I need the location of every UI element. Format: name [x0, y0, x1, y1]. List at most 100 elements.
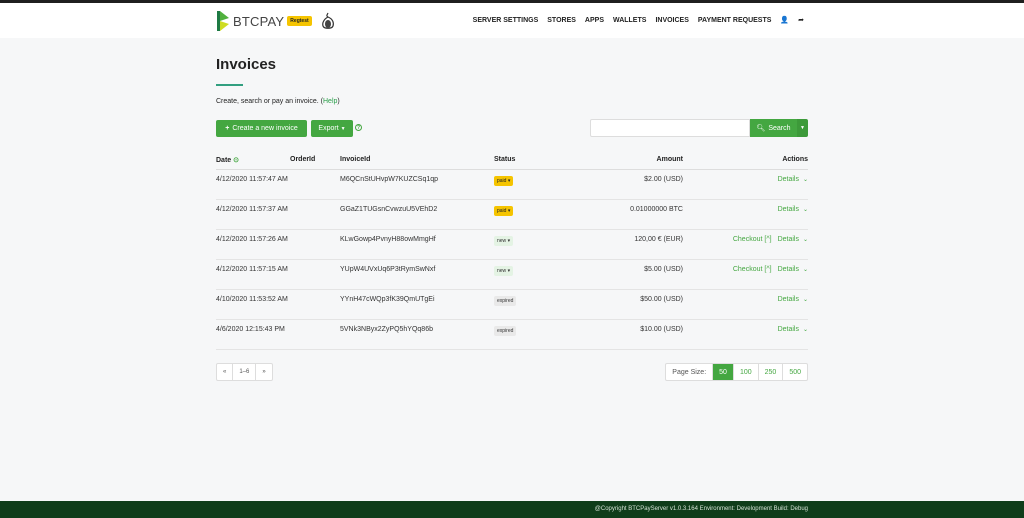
main-nav: SERVER SETTINGS STORES APPS WALLETS INVO…: [473, 16, 804, 25]
subtitle-text: Create, search or pay an invoice. (: [216, 98, 323, 105]
title-underline: [216, 84, 243, 86]
help-icon[interactable]: ?: [355, 124, 362, 131]
status-badge[interactable]: paid ▾: [494, 175, 514, 186]
regtest-badge: Regtest: [287, 16, 312, 26]
brand-name: BTCPAY: [233, 13, 285, 29]
table-header-row: Date ⊙ OrderId InvoiceId Status Amount A…: [216, 151, 808, 170]
pager-next-button[interactable]: »: [256, 364, 271, 380]
cell-orderid: [290, 229, 340, 260]
cell-invoiceid: 5VNk3NByx2ZyPQ5hYQq86b: [340, 319, 494, 350]
header-amount: Amount: [564, 151, 683, 170]
cell-date: 4/10/2020 11:53:52 AM: [216, 289, 290, 320]
export-button[interactable]: Export ▼: [311, 120, 353, 137]
cell-invoiceid: GGaZ1TUGsnCvwzuU5VEhD2: [340, 199, 494, 230]
table-row: 4/12/2020 11:57:37 AM GGaZ1TUGsnCvwzuU5V…: [216, 199, 808, 230]
nav-wallets[interactable]: WALLETS: [613, 17, 646, 24]
logout-icon[interactable]: ➦: [798, 16, 804, 24]
export-label: Export: [318, 125, 339, 132]
nav-server-settings[interactable]: SERVER SETTINGS: [473, 17, 539, 24]
details-link[interactable]: Details: [778, 236, 799, 243]
cell-amount: 120,00 € (EUR): [564, 229, 683, 260]
details-link[interactable]: Details: [778, 266, 799, 273]
page-size-500[interactable]: 500: [782, 364, 807, 380]
caret-down-icon: ▼: [800, 125, 805, 131]
cell-invoiceid: KLwGowp4PvnyH88owMmgHf: [340, 229, 494, 260]
clock-icon: ⊙: [233, 156, 240, 164]
status-badge[interactable]: new ▾: [494, 235, 514, 246]
cell-actions: Details ⌄: [683, 169, 808, 200]
cell-amount: $5.00 (USD): [564, 259, 683, 290]
cell-amount: 0.01000000 BTC: [564, 199, 683, 230]
cell-invoiceid: YYnH47cWQp3fK39QmUTgEi: [340, 289, 494, 320]
cell-orderid: [290, 169, 340, 200]
page-size-100[interactable]: 100: [732, 364, 758, 380]
cell-amount: $2.00 (USD): [564, 169, 683, 200]
tor-onion-icon: [321, 12, 334, 29]
cell-actions: Details ⌄: [683, 289, 808, 320]
details-link[interactable]: Details: [778, 176, 799, 183]
nav-stores[interactable]: STORES: [547, 17, 576, 24]
status-badge[interactable]: new ▾: [494, 265, 514, 276]
cell-date: 4/12/2020 11:57:47 AM: [216, 169, 290, 200]
pager-prev-button[interactable]: «: [217, 364, 234, 380]
cell-date: 4/12/2020 11:57:26 AM: [216, 229, 290, 260]
cell-actions: Checkout [^] Details ⌄: [683, 229, 808, 260]
subtitle-end: ): [337, 98, 340, 105]
status-badge: expired: [494, 325, 517, 336]
status-badge[interactable]: paid ▾: [494, 205, 514, 216]
page-size-selector: Page Size: 50 100 250 500: [665, 363, 808, 381]
details-link[interactable]: Details: [778, 326, 799, 333]
nav-apps[interactable]: APPS: [585, 17, 604, 24]
create-invoice-button[interactable]: + Create a new invoice: [216, 120, 307, 137]
header-orderid: OrderId: [290, 151, 340, 170]
chevron-down-icon[interactable]: ⌄: [803, 297, 808, 303]
invoices-table: Date ⊙ OrderId InvoiceId Status Amount A…: [216, 151, 808, 350]
cell-invoiceid: YUpW4UVxUq6P3tRymSwNxf: [340, 259, 494, 290]
cell-status: paid ▾: [494, 169, 564, 200]
page-subtitle: Create, search or pay an invoice. (Help): [216, 98, 340, 105]
nav-payment-requests[interactable]: PAYMENT REQUESTS: [698, 17, 772, 24]
search-button[interactable]: 🔍︎ Search: [750, 119, 797, 137]
page-size-50[interactable]: 50: [712, 364, 733, 380]
details-link[interactable]: Details: [778, 296, 799, 303]
pagination: « 1–6 »: [216, 363, 273, 381]
cell-actions: Details ⌄: [683, 199, 808, 230]
navbar: BTCPAY Regtest SERVER SETTINGS STORES AP…: [0, 3, 1024, 38]
table-row: 4/12/2020 11:57:26 AM KLwGowp4PvnyH88owM…: [216, 229, 808, 260]
chevron-down-icon[interactable]: ⌄: [803, 327, 808, 333]
cell-orderid: [290, 199, 340, 230]
cell-status: new ▾: [494, 259, 564, 290]
cell-date: 4/6/2020 12:15:43 PM: [216, 319, 290, 350]
cell-orderid: [290, 289, 340, 320]
btcpay-logo-icon: [217, 11, 229, 31]
brand-logo[interactable]: BTCPAY Regtest: [216, 9, 335, 33]
checkout-link[interactable]: Checkout [^]: [733, 236, 772, 243]
cell-actions: Details ⌄: [683, 319, 808, 350]
search-input[interactable]: [590, 119, 750, 137]
checkout-link[interactable]: Checkout [^]: [733, 266, 772, 273]
footer: @Copyright BTCPayServer v1.0.3.164 Envir…: [0, 501, 1024, 518]
cell-amount: $50.00 (USD): [564, 289, 683, 320]
search-label: Search: [768, 124, 791, 132]
cell-status: expired: [494, 319, 564, 350]
nav-invoices[interactable]: INVOICES: [655, 17, 688, 24]
help-link[interactable]: Help: [323, 98, 337, 105]
chevron-down-icon[interactable]: ⌄: [803, 237, 808, 243]
create-invoice-label: Create a new invoice: [232, 125, 298, 132]
header-date[interactable]: Date ⊙: [216, 151, 290, 170]
page-size-250[interactable]: 250: [757, 364, 783, 380]
cell-orderid: [290, 319, 340, 350]
search-icon: 🔍︎: [756, 125, 766, 132]
cell-orderid: [290, 259, 340, 290]
chevron-down-icon[interactable]: ⌄: [803, 177, 808, 183]
details-link[interactable]: Details: [778, 206, 799, 213]
cell-status: new ▾: [494, 229, 564, 260]
header-status: Status: [494, 151, 564, 170]
cell-invoiceid: M6QCnStUHvpW7KUZCSq1qp: [340, 169, 494, 200]
table-row: 4/12/2020 11:57:47 AM M6QCnStUHvpW7KUZCS…: [216, 169, 808, 200]
chevron-down-icon[interactable]: ⌄: [803, 207, 808, 213]
header-actions: Actions: [683, 151, 808, 170]
user-icon[interactable]: 👤: [780, 16, 789, 24]
chevron-down-icon[interactable]: ⌄: [803, 267, 808, 273]
search-options-button[interactable]: ▼: [797, 119, 808, 137]
